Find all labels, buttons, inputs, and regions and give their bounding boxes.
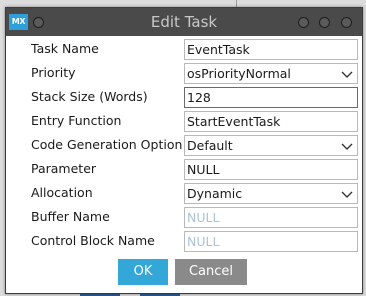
priority-select[interactable]: osPriorityNormal xyxy=(184,63,358,84)
control-block-name-input: NULL xyxy=(184,231,358,252)
code-generation-value: Default xyxy=(187,138,233,153)
parameter-input[interactable]: NULL xyxy=(184,159,358,180)
close-button[interactable] xyxy=(341,17,352,28)
row-stack-size: Stack Size (Words) 128 xyxy=(6,86,362,108)
buffer-name-input: NULL xyxy=(184,207,358,228)
row-allocation: Allocation Dynamic xyxy=(6,182,362,204)
parameter-value: NULL xyxy=(187,162,220,177)
priority-label: Priority xyxy=(31,65,76,80)
control-block-name-value: NULL xyxy=(187,234,220,249)
row-parameter: Parameter NULL xyxy=(6,158,362,180)
cancel-button[interactable]: Cancel xyxy=(175,259,247,285)
row-priority: Priority osPriorityNormal xyxy=(6,62,362,84)
code-generation-label: Code Generation Option xyxy=(31,137,183,152)
dialog-buttons: OK Cancel xyxy=(6,258,362,286)
row-task-name: Task Name EventTask xyxy=(6,38,362,60)
stack-size-value: 128 xyxy=(187,90,211,105)
chevron-down-icon xyxy=(341,71,353,78)
chevron-down-icon xyxy=(341,191,353,198)
task-name-value: EventTask xyxy=(187,42,250,57)
row-control-block-name: Control Block Name NULL xyxy=(6,230,362,252)
allocation-label: Allocation xyxy=(31,185,93,200)
parameter-label: Parameter xyxy=(31,161,97,176)
title-bar[interactable]: MX Edit Task xyxy=(6,8,362,36)
task-name-input[interactable]: EventTask xyxy=(184,39,358,60)
entry-function-value: StartEventTask xyxy=(187,114,281,129)
chevron-down-icon xyxy=(341,143,353,150)
minimize-button[interactable] xyxy=(298,17,309,28)
row-code-generation: Code Generation Option Default xyxy=(6,134,362,156)
stack-size-label: Stack Size (Words) xyxy=(31,89,148,104)
code-generation-select[interactable]: Default xyxy=(184,135,358,156)
stack-size-input[interactable]: 128 xyxy=(184,87,358,108)
task-name-label: Task Name xyxy=(31,41,99,56)
maximize-button[interactable] xyxy=(319,17,330,28)
allocation-select[interactable]: Dynamic xyxy=(184,183,358,204)
buffer-name-value: NULL xyxy=(187,210,220,225)
row-buffer-name: Buffer Name NULL xyxy=(6,206,362,228)
allocation-value: Dynamic xyxy=(187,186,243,201)
priority-value: osPriorityNormal xyxy=(187,66,291,81)
row-entry-function: Entry Function StartEventTask xyxy=(6,110,362,132)
control-block-name-label: Control Block Name xyxy=(31,233,155,248)
entry-function-label: Entry Function xyxy=(31,113,122,128)
entry-function-input[interactable]: StartEventTask xyxy=(184,111,358,132)
ok-button[interactable]: OK xyxy=(118,259,168,285)
edit-task-dialog: MX Edit Task Task Name EventTask Priorit… xyxy=(5,7,363,294)
buffer-name-label: Buffer Name xyxy=(31,209,110,224)
